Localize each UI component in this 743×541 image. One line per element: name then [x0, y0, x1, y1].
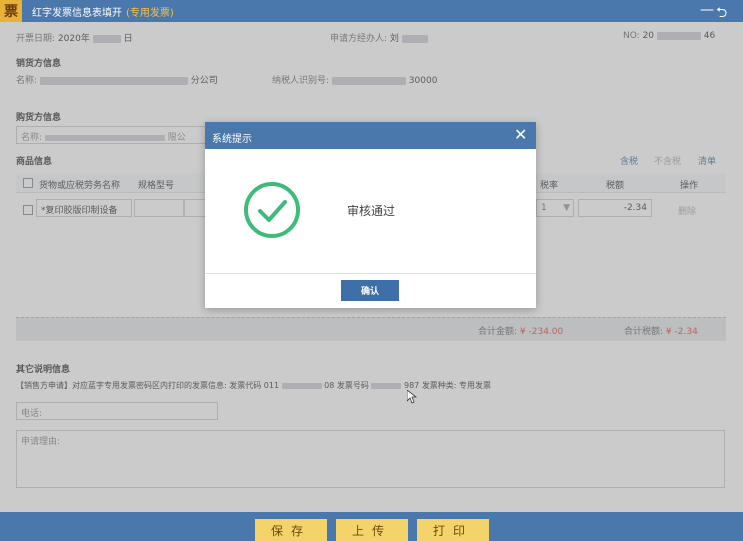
system-prompt-dialog: 系统提示 ✕ 审核通过 确认 [205, 122, 536, 308]
upload-button[interactable]: 上传 [336, 519, 408, 541]
dialog-title: 系统提示 [212, 134, 252, 145]
window-subtitle: (专用发票) [126, 7, 174, 19]
minimize-button[interactable]: — [700, 2, 714, 18]
dialog-header: 系统提示 [205, 122, 536, 149]
save-button[interactable]: 保存 [255, 519, 327, 541]
print-button[interactable]: 打印 [417, 519, 489, 541]
mouse-cursor-icon [407, 390, 417, 404]
title-bar: 票 红字发票信息表填开 (专用发票) — ⮌ [0, 0, 743, 22]
app-logo-icon: 票 [0, 0, 22, 22]
dialog-message: 审核通过 [347, 204, 396, 218]
close-icon[interactable]: ✕ [514, 125, 527, 144]
dialog-divider [205, 273, 536, 274]
confirm-button[interactable]: 确认 [341, 280, 399, 301]
success-check-icon [244, 182, 300, 238]
window-title: 红字发票信息表填开 [32, 7, 122, 19]
